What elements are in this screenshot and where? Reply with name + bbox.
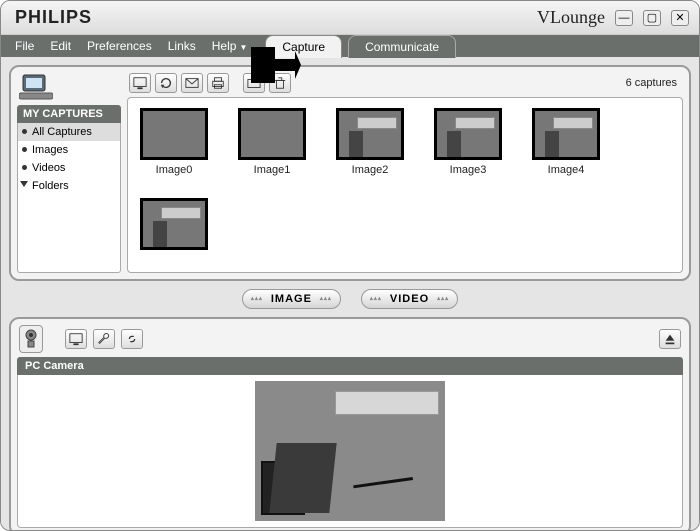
webcam-icon <box>19 325 43 353</box>
thumbnail-image2[interactable]: Image2 <box>334 108 406 176</box>
minimize-button[interactable]: — <box>615 10 633 26</box>
app-name: VLounge <box>537 7 605 28</box>
captures-grid-wrap: 6 captures Image0 Image1 Image2 Image3 I… <box>127 73 683 273</box>
thumb-image <box>140 108 208 160</box>
client-area: MY CAPTURES All Captures Images Videos F… <box>1 57 699 530</box>
thumb-label: Image0 <box>156 164 193 176</box>
captures-toolbar: 6 captures <box>127 73 683 97</box>
envelope-icon <box>185 76 199 90</box>
menu-help-label: Help <box>212 39 237 53</box>
menu-edit[interactable]: Edit <box>42 37 79 55</box>
thumbnail-image0[interactable]: Image0 <box>138 108 210 176</box>
fullscreen-button[interactable] <box>65 329 87 349</box>
sidebar-item-videos[interactable]: Videos <box>18 159 120 177</box>
eject-button[interactable] <box>659 329 681 349</box>
sidebar-list: All Captures Images Videos Folders <box>17 123 121 273</box>
rotate-button[interactable] <box>155 73 177 93</box>
new-folder-button[interactable] <box>243 73 265 93</box>
thumb-label: Image2 <box>352 164 389 176</box>
camera-viewport <box>17 375 683 528</box>
maximize-button[interactable]: ▢ <box>643 10 661 26</box>
bullet-icon <box>22 147 27 152</box>
camera-panel: PC Camera <box>9 317 691 530</box>
sidebar-item-label: Videos <box>32 162 65 174</box>
trash-icon <box>273 76 287 90</box>
thumb-image <box>532 108 600 160</box>
camera-live-image <box>255 381 445 521</box>
captures-grid[interactable]: Image0 Image1 Image2 Image3 Image4 <box>127 97 683 273</box>
sidebar-item-all-captures[interactable]: All Captures <box>18 123 120 141</box>
thumbnail-image1[interactable]: Image1 <box>236 108 308 176</box>
menu-preferences[interactable]: Preferences <box>79 37 160 55</box>
tab-capture[interactable]: Capture <box>265 35 342 58</box>
thumb-image <box>336 108 404 160</box>
delete-button[interactable] <box>269 73 291 93</box>
thumb-image <box>434 108 502 160</box>
settings-button[interactable] <box>93 329 115 349</box>
live-detail <box>353 477 417 515</box>
thumb-label: Image4 <box>548 164 585 176</box>
eject-icon <box>663 332 677 346</box>
captures-count: 6 captures <box>626 77 681 89</box>
tab-communicate[interactable]: Communicate <box>348 35 456 58</box>
sidebar-item-images[interactable]: Images <box>18 141 120 159</box>
image-mode-button[interactable]: IMAGE <box>242 289 341 309</box>
thumbnail-image4[interactable]: Image4 <box>530 108 602 176</box>
monitor-icon <box>133 76 147 90</box>
captures-sidebar: MY CAPTURES All Captures Images Videos F… <box>17 73 121 273</box>
link-button[interactable] <box>121 329 143 349</box>
view-button[interactable] <box>129 73 151 93</box>
thumb-image <box>140 198 208 250</box>
monitor-icon <box>69 332 83 346</box>
thumbnail-image3[interactable]: Image3 <box>432 108 504 176</box>
computer-icon <box>19 73 53 101</box>
folder-plus-icon <box>247 76 261 90</box>
triangle-down-icon <box>20 181 28 187</box>
rotate-icon <box>159 76 173 90</box>
menu-links[interactable]: Links <box>160 37 204 55</box>
sidebar-item-folders[interactable]: Folders <box>18 177 120 195</box>
menu-help[interactable]: Help▼ <box>204 37 256 55</box>
main-tabs: Capture Communicate <box>265 35 462 58</box>
wrench-icon <box>97 332 111 346</box>
titlebar-right: VLounge — ▢ ✕ <box>537 7 689 28</box>
menubar: File Edit Preferences Links Help▼ Captur… <box>1 35 699 57</box>
email-button[interactable] <box>181 73 203 93</box>
chevron-down-icon: ▼ <box>239 43 247 52</box>
sidebar-item-label: All Captures <box>32 126 92 138</box>
captures-panel: MY CAPTURES All Captures Images Videos F… <box>9 65 691 281</box>
sidebar-item-label: Images <box>32 144 68 156</box>
brand-logo: PHILIPS <box>15 7 92 28</box>
camera-toolbar <box>17 325 683 357</box>
bullet-icon <box>22 129 27 134</box>
titlebar: PHILIPS VLounge — ▢ ✕ <box>1 1 699 35</box>
menu-file[interactable]: File <box>7 37 42 55</box>
chain-icon <box>125 332 139 346</box>
thumbnail-unnamed[interactable] <box>138 198 210 254</box>
thumb-label: Image3 <box>450 164 487 176</box>
app-window: PHILIPS VLounge — ▢ ✕ File Edit Preferen… <box>0 0 700 531</box>
sidebar-item-label: Folders <box>32 180 69 192</box>
close-button[interactable]: ✕ <box>671 10 689 26</box>
printer-icon <box>211 76 225 90</box>
bullet-icon <box>22 165 27 170</box>
video-mode-button[interactable]: VIDEO <box>361 289 458 309</box>
sidebar-heading: MY CAPTURES <box>17 105 121 123</box>
camera-heading: PC Camera <box>17 357 683 375</box>
print-button[interactable] <box>207 73 229 93</box>
live-detail <box>261 461 305 515</box>
capture-mode-toggle: IMAGE VIDEO <box>9 289 691 309</box>
thumb-label: Image1 <box>254 164 291 176</box>
thumb-image <box>238 108 306 160</box>
thumb-row: Image0 Image1 Image2 Image3 Image4 <box>138 108 672 254</box>
